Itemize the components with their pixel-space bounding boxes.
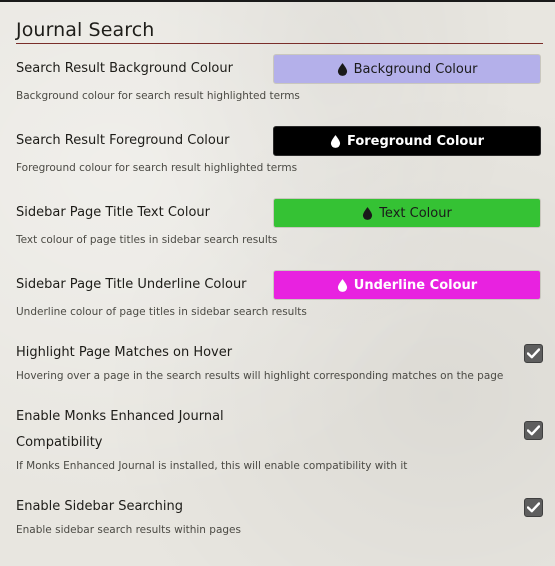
underline-colour-button-label: Underline Colour xyxy=(353,277,478,293)
droplet-icon xyxy=(363,206,373,220)
setting-hint: Underline colour of page titles in sideb… xyxy=(16,306,307,318)
underline-colour-button[interactable]: Underline Colour xyxy=(273,270,541,300)
text-colour-button[interactable]: Text Colour xyxy=(273,198,541,228)
foreground-colour-button-label: Foreground Colour xyxy=(346,133,485,149)
check-icon xyxy=(527,425,540,436)
sidebar-searching-checkbox[interactable] xyxy=(524,498,543,517)
setting-sidebar-page-title-text-colour: Sidebar Page Title Text Colour Text Colo… xyxy=(16,198,543,254)
setting-highlight-page-matches-on-hover: Highlight Page Matches on Hover Hovering… xyxy=(16,340,543,388)
setting-hint: Text colour of page titles in sidebar se… xyxy=(16,234,278,246)
foreground-colour-button[interactable]: Foreground Colour xyxy=(273,126,541,156)
setting-search-result-background-colour: Search Result Background Colour Backgrou… xyxy=(16,54,543,110)
setting-hint: Background colour for search result high… xyxy=(16,90,300,102)
setting-label: Sidebar Page Title Underline Colour xyxy=(16,277,247,292)
setting-label: Search Result Background Colour xyxy=(16,61,233,76)
section-divider xyxy=(16,43,543,44)
setting-label-line1: Enable Monks Enhanced Journal xyxy=(16,409,224,424)
background-colour-button-label: Background Colour xyxy=(353,61,478,77)
text-colour-button-label: Text Colour xyxy=(379,205,452,221)
section-title: Journal Search xyxy=(16,19,155,41)
setting-hint: If Monks Enhanced Journal is installed, … xyxy=(16,460,408,472)
setting-hint: Hovering over a page in the search resul… xyxy=(16,370,504,382)
setting-enable-sidebar-searching: Enable Sidebar Searching Enable sidebar … xyxy=(16,494,543,542)
background-colour-button[interactable]: Background Colour xyxy=(273,54,541,84)
setting-sidebar-page-title-underline-colour: Sidebar Page Title Underline Colour Unde… xyxy=(16,270,543,326)
window-top-border xyxy=(0,0,555,2)
setting-hint: Enable sidebar search results within pag… xyxy=(16,524,241,536)
setting-monks-enhanced-journal-compatibility: Enable Monks Enhanced Journal Compatibil… xyxy=(16,404,543,478)
setting-hint: Foreground colour for search result high… xyxy=(16,162,298,174)
check-icon xyxy=(527,348,540,359)
setting-search-result-foreground-colour: Search Result Foreground Colour Foregrou… xyxy=(16,126,543,182)
setting-label-line2: Compatibility xyxy=(16,435,103,450)
setting-label: Highlight Page Matches on Hover xyxy=(16,345,233,360)
droplet-icon xyxy=(337,278,347,292)
setting-label: Sidebar Page Title Text Colour xyxy=(16,205,211,220)
check-icon xyxy=(527,502,540,513)
droplet-icon xyxy=(330,134,341,148)
setting-label: Enable Sidebar Searching xyxy=(16,499,183,514)
highlight-on-hover-checkbox[interactable] xyxy=(524,344,543,363)
droplet-icon xyxy=(337,62,347,76)
setting-label: Search Result Foreground Colour xyxy=(16,133,230,148)
monks-compatibility-checkbox[interactable] xyxy=(524,421,543,440)
